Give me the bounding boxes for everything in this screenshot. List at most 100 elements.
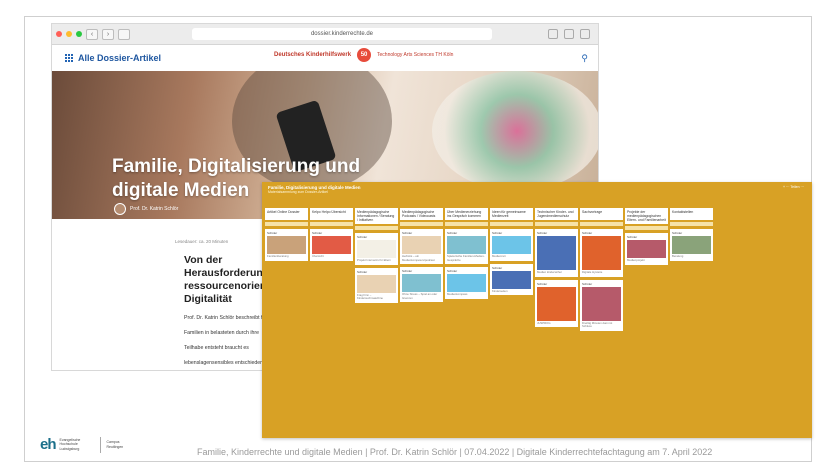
card-text: Medien kindersicher — [537, 270, 563, 274]
maximize-dot-icon — [76, 31, 82, 37]
card-image — [627, 240, 666, 258]
grid-menu-icon — [64, 54, 73, 63]
padlet-header: Familie, Digitalisierung und digitale Me… — [268, 185, 788, 203]
padlet-column: Sachvortrage Schöler Digitale Hysterie Schö… — [580, 208, 623, 331]
card-image — [312, 236, 351, 254]
card-image — [582, 286, 621, 321]
reading-time: Lesedauer: ca. 20 Minuten — [175, 239, 229, 244]
padlet-column-header: Sachvortrage — [580, 208, 623, 220]
card-text: Übersicht — [312, 254, 324, 258]
padlet-columns: Artikel Online Dossier Schöler Familienber… — [265, 208, 713, 331]
padlet-card[interactable]: Schöler Projekt Internetzs für Eltern — [355, 233, 398, 265]
padlet-card[interactable]: Schöler Kinderseiten — [490, 263, 533, 295]
card-text: Ohne Stress – Spiel an oder Grenzen — [402, 292, 438, 300]
padlet-column: Medienpädagogische Podcasts / Videocasts… — [400, 208, 443, 331]
padlet-card[interactable]: Schöler Familienberatung — [265, 229, 308, 261]
card-text: Medienprojekt — [627, 258, 645, 262]
padlet-card[interactable]: Schöler Digitale Hysterie — [580, 229, 623, 277]
add-post-button[interactable] — [625, 226, 668, 230]
add-post-button[interactable] — [670, 222, 713, 226]
card-author: Schöler — [627, 235, 638, 239]
card-text: Medienzeit — [492, 254, 506, 258]
card-author: Schöler — [402, 269, 413, 273]
padlet-column: Artikel Online Dossier Schöler Familienber… — [265, 208, 308, 331]
padlet-board: Familie, Digitalisierung und digitale Me… — [262, 182, 812, 438]
padlet-card[interactable]: Schöler Dreißig Minuten dann ist Schluss — [580, 279, 623, 331]
padlet-card[interactable]: Schöler Frag Finn – Kindersuchmaschine — [355, 267, 398, 303]
padlet-card[interactable]: Schöler Medien kindersicher — [535, 229, 578, 277]
th-koeln-logo: Technology Arts Sciences TH Köln — [377, 52, 454, 58]
card-image — [402, 236, 441, 254]
logo-divider — [99, 436, 101, 453]
padlet-column-header: Medienpädagogische Informationen / Berat… — [355, 208, 398, 224]
padlet-menu: + ⋯ Teilen ⋯ — [782, 185, 804, 189]
add-post-button[interactable] — [265, 222, 308, 226]
card-author: Schöler — [402, 231, 413, 235]
kinderhilfswerk-logo: Deutsches Kinderhilfswerk — [274, 52, 352, 58]
add-post-button[interactable] — [355, 226, 398, 230]
add-post-button[interactable] — [535, 222, 578, 226]
slide: ‹ › dossier.kinderrechte.de Alle Dossier… — [0, 0, 836, 472]
card-author: Schöler — [357, 269, 368, 274]
card-image — [672, 236, 711, 254]
card-text: Projekt Internetzs für Eltern — [357, 258, 391, 262]
padlet-card[interactable]: Schöler Herbstis – ein Medienkompetenzpod… — [400, 229, 443, 264]
card-image — [537, 236, 576, 270]
card-image — [537, 286, 576, 321]
padlet-card[interactable]: Schöler Medienkompass — [445, 267, 488, 299]
card-author: Schöler — [357, 235, 368, 239]
padlet-column: Kelpo Helpo Übersicht Schöler Übersicht — [310, 208, 353, 331]
card-text: Dreißig Minuten dann ist Schluss — [582, 320, 613, 328]
article-text: Prof. Dr. Katrin Schlör beschreibt für F… — [184, 315, 269, 366]
card-image — [267, 236, 306, 254]
padlet-column-header: Artikel Online Dossier — [265, 208, 308, 220]
eh-logo: eh Evangelische Hochschule Ludwigsburg C… — [40, 436, 135, 453]
card-text: Beratung — [672, 254, 684, 258]
card-author: Schöler — [492, 231, 503, 235]
card-text: Familienberatung — [267, 254, 289, 258]
padlet-card[interactable]: Schöler JUSPROG — [535, 279, 578, 327]
card-author: Schöler — [447, 231, 458, 235]
card-image — [447, 274, 486, 292]
add-post-button[interactable] — [580, 222, 623, 226]
card-image — [492, 236, 531, 254]
card-author: Schöler — [672, 231, 683, 235]
card-text: Herbstis – ein Medienkompetenzpodcast — [402, 254, 435, 262]
padlet-card[interactable]: Schöler Ohne Stress – Spiel an oder Grenz… — [400, 267, 443, 302]
card-author: Schöler — [582, 231, 593, 235]
padlet-column-header: Ideen für gemeinsame Medienzeit — [490, 208, 533, 220]
padlet-card[interactable]: Schöler Übersicht — [310, 229, 353, 261]
padlet-card[interactable]: Schöler Spielerische Familien-Medien-Gesp… — [445, 229, 488, 264]
card-author: Schöler — [447, 269, 458, 273]
padlet-column: Ideen für gemeinsame Medienzeit Schöler Me… — [490, 208, 533, 331]
card-text: Spielerische Familien-Medien-Gespräche — [447, 254, 485, 262]
anniversary-badge: 50 — [357, 48, 372, 62]
card-text: JUSPROG — [537, 320, 551, 325]
site-header: Alle Dossier-Artikel Deutsches Kinderhil… — [52, 45, 598, 72]
add-post-button[interactable] — [490, 222, 533, 226]
browser-chrome: ‹ › dossier.kinderrechte.de — [52, 24, 598, 45]
padlet-column: Technischer Kinder- und Jugendmedienschu… — [535, 208, 578, 331]
close-dot-icon — [56, 31, 62, 37]
back-icon: ‹ — [86, 28, 98, 40]
padlet-card[interactable]: Schöler Beratung — [670, 229, 713, 261]
padlet-card[interactable]: Schöler Medienprojekt — [625, 233, 668, 265]
padlet-subtitle: Materialsammlung zum Dossier-Artikel — [268, 190, 328, 194]
add-post-button[interactable] — [310, 222, 353, 226]
card-image — [492, 270, 531, 289]
add-post-button[interactable] — [445, 222, 488, 226]
card-author: Schöler — [582, 281, 593, 286]
forward-icon: › — [102, 28, 114, 40]
tabs-icon — [580, 29, 590, 39]
padlet-card[interactable]: Schöler Medienzeit — [490, 229, 533, 261]
site-title: Alle Dossier-Artikel — [78, 53, 162, 63]
share-icon — [564, 29, 574, 39]
card-author: Schöler — [537, 281, 548, 286]
sidebar-icon — [118, 28, 130, 40]
padlet-column: Kontaktstellen Schöler Beratung — [670, 208, 713, 331]
padlet-column: Projekte der medienpädagogischen Eltern-… — [625, 208, 668, 331]
padlet-column-header: Technischer Kinder- und Jugendmedienschu… — [535, 208, 578, 220]
add-post-button[interactable] — [400, 222, 443, 226]
card-text: Medienkompass — [447, 292, 468, 296]
card-text: Frag Finn – Kindersuchmaschine — [357, 292, 383, 300]
